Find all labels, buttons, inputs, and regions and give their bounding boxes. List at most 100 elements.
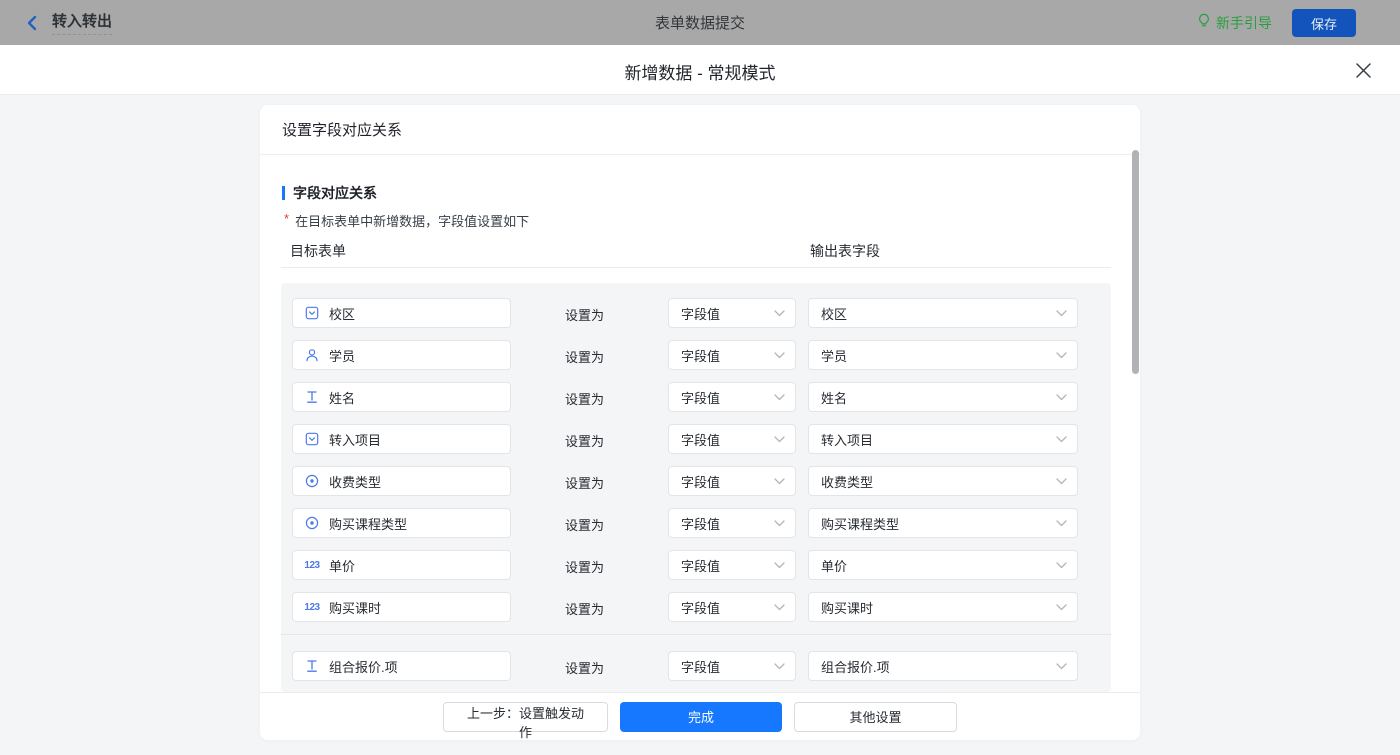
target-field-label: 校区	[329, 304, 355, 323]
previous-step-button[interactable]: 上一步：设置触发动作	[443, 702, 608, 732]
output-field-dropdown-value: 购买课时	[821, 598, 873, 617]
chevron-down-icon	[1056, 663, 1067, 670]
vertical-scrollbar-thumb[interactable]	[1132, 150, 1139, 374]
operator-dropdown-value: 字段值	[681, 514, 720, 533]
radio-field-icon: 123	[303, 473, 321, 489]
chevron-down-icon	[1056, 394, 1067, 401]
field-mapping-row: 123 学员 设置为 字段值 学员	[281, 340, 1111, 370]
target-field-label: 收费类型	[329, 472, 381, 491]
lightbulb-icon	[1197, 13, 1211, 33]
chevron-down-icon	[1056, 478, 1067, 485]
column-header-output-fields: 输出表字段	[810, 241, 880, 261]
field-mapping-row: 123 收费类型 设置为 字段值 收费类型	[281, 466, 1111, 496]
output-field-dropdown[interactable]: 购买课程类型	[808, 508, 1078, 538]
close-icon[interactable]	[1350, 57, 1376, 83]
done-button[interactable]: 完成	[620, 702, 782, 732]
beginner-guide-link[interactable]: 新手引导	[1197, 0, 1272, 45]
text-field-icon: 123	[303, 658, 321, 674]
operator-dropdown-value: 字段值	[681, 346, 720, 365]
output-field-dropdown[interactable]: 姓名	[808, 382, 1078, 412]
chevron-down-icon	[774, 394, 785, 401]
number-field-icon: 123	[303, 599, 321, 615]
target-field-box: 123 单价	[292, 550, 511, 580]
target-field-box: 123 收费类型	[292, 466, 511, 496]
chevron-down-icon	[774, 604, 785, 611]
radio-field-icon: 123	[303, 515, 321, 531]
output-field-dropdown[interactable]: 购买课时	[808, 592, 1078, 622]
select-field-icon: 123	[303, 431, 321, 447]
chevron-down-icon	[774, 478, 785, 485]
target-field-box: 123 购买课时	[292, 592, 511, 622]
target-field-label: 单价	[329, 556, 355, 575]
operator-dropdown-value: 字段值	[681, 430, 720, 449]
target-field-box: 123 转入项目	[292, 424, 511, 454]
output-field-dropdown[interactable]: 收费类型	[808, 466, 1078, 496]
field-mapping-scroll-area[interactable]: 字段对应关系 * 在目标表单中新增数据，字段值设置如下 目标表单 输出表字段 1…	[260, 155, 1140, 692]
field-mapping-card: 设置字段对应关系 字段对应关系 * 在目标表单中新增数据，字段值设置如下 目标表…	[260, 105, 1140, 740]
field-group-divider	[281, 634, 1111, 635]
field-mapping-row: 123 姓名 设置为 字段值 姓名	[281, 382, 1111, 412]
output-field-dropdown-value: 学员	[821, 346, 847, 365]
output-field-dropdown-value: 姓名	[821, 388, 847, 407]
operator-dropdown-value: 字段值	[681, 304, 720, 323]
chevron-down-icon	[1056, 310, 1067, 317]
output-field-dropdown-value: 收费类型	[821, 472, 873, 491]
output-field-dropdown-value: 单价	[821, 556, 847, 575]
field-mapping-row: 123 校区 设置为 字段值 校区	[281, 298, 1111, 328]
other-settings-button[interactable]: 其他设置	[794, 702, 957, 732]
operator-dropdown[interactable]: 字段值	[668, 592, 796, 622]
chevron-down-icon	[1056, 562, 1067, 569]
page-title: 表单数据提交	[0, 12, 1400, 33]
save-button[interactable]: 保存	[1292, 9, 1356, 37]
field-mapping-row: 123 单价 设置为 字段值 单价	[281, 550, 1111, 580]
set-as-label: 设置为	[565, 599, 604, 618]
select-field-icon: 123	[303, 305, 321, 321]
target-field-box: 123 购买课程类型	[292, 508, 511, 538]
top-bar: 转入转出 表单数据提交 新手引导 保存	[0, 0, 1400, 45]
target-field-label: 姓名	[329, 388, 355, 407]
operator-dropdown-value: 字段值	[681, 598, 720, 617]
operator-dropdown[interactable]: 字段值	[668, 508, 796, 538]
text-field-icon: 123	[303, 389, 321, 405]
output-field-dropdown-value: 转入项目	[821, 430, 873, 449]
output-field-dropdown[interactable]: 单价	[808, 550, 1078, 580]
target-field-box: 123 学员	[292, 340, 511, 370]
operator-dropdown[interactable]: 字段值	[668, 298, 796, 328]
chevron-down-icon	[774, 352, 785, 359]
column-header-target-form: 目标表单	[290, 241, 346, 261]
target-field-label: 转入项目	[329, 430, 381, 449]
output-field-dropdown[interactable]: 组合报价.项	[808, 651, 1078, 681]
operator-dropdown[interactable]: 字段值	[668, 466, 796, 496]
operator-dropdown-value: 字段值	[681, 556, 720, 575]
chevron-down-icon	[774, 436, 785, 443]
required-asterisk: *	[284, 211, 289, 227]
field-mapping-row: 123 购买课时 设置为 字段值 购买课时	[281, 592, 1111, 622]
target-field-label: 购买课时	[329, 598, 381, 617]
operator-dropdown-value: 字段值	[681, 472, 720, 491]
set-as-label: 设置为	[565, 305, 604, 324]
set-as-label: 设置为	[565, 431, 604, 450]
output-field-dropdown-value: 购买课程类型	[821, 514, 899, 533]
output-field-dropdown-value: 组合报价.项	[821, 657, 890, 676]
operator-dropdown[interactable]: 字段值	[668, 550, 796, 580]
column-headers: 目标表单 输出表字段	[260, 241, 1140, 261]
operator-dropdown-value: 字段值	[681, 657, 720, 676]
modal-header: 新增数据 - 常规模式	[0, 45, 1400, 95]
chevron-down-icon	[774, 310, 785, 317]
target-field-label: 购买课程类型	[329, 514, 407, 533]
operator-dropdown[interactable]: 字段值	[668, 340, 796, 370]
field-mapping-rows-panel: 123 校区 设置为 字段值 校区 123 学员 设置为 字段值	[281, 283, 1111, 692]
operator-dropdown[interactable]: 字段值	[668, 424, 796, 454]
operator-dropdown[interactable]: 字段值	[668, 382, 796, 412]
output-field-dropdown[interactable]: 转入项目	[808, 424, 1078, 454]
chevron-down-icon	[774, 562, 785, 569]
modal-title: 新增数据 - 常规模式	[0, 59, 1400, 84]
field-mapping-row: 123 转入项目 设置为 字段值 转入项目	[281, 424, 1111, 454]
chevron-down-icon	[1056, 352, 1067, 359]
chevron-down-icon	[774, 663, 785, 670]
output-field-dropdown[interactable]: 校区	[808, 298, 1078, 328]
section-title: 字段对应关系	[293, 183, 377, 203]
set-as-label: 设置为	[565, 658, 604, 677]
output-field-dropdown[interactable]: 学员	[808, 340, 1078, 370]
operator-dropdown[interactable]: 字段值	[668, 651, 796, 681]
